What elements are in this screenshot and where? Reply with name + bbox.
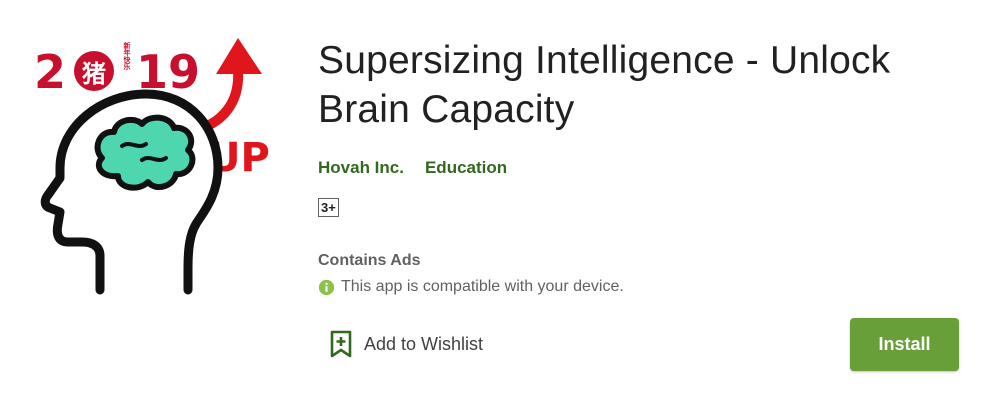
- bookmark-add-icon: [330, 330, 352, 358]
- add-to-wishlist-button[interactable]: Add to Wishlist: [330, 330, 483, 358]
- info-icon: [318, 279, 335, 295]
- wishlist-label: Add to Wishlist: [364, 333, 484, 354]
- compatibility-row: This app is compatible with your device.: [318, 278, 978, 296]
- icon-small-text: 新年快乐: [123, 41, 132, 71]
- compatibility-text: This app is compatible with your device.: [341, 278, 624, 295]
- app-info: Supersizing Intelligence - Unlock Brain …: [318, 36, 978, 296]
- content-rating-badge: 3+: [318, 198, 339, 217]
- icon-glyph: 猪: [82, 60, 106, 88]
- category-link[interactable]: Education: [425, 158, 507, 178]
- meta-row: Hovah Inc. Education: [318, 158, 978, 178]
- app-icon: 2 猪 新年快乐 19 UP: [34, 38, 270, 295]
- icon-year-2: 2: [34, 45, 66, 99]
- developer-link[interactable]: Hovah Inc.: [318, 158, 404, 178]
- install-button[interactable]: Install: [850, 318, 959, 371]
- contains-ads-label: Contains Ads: [318, 252, 421, 269]
- app-details-page: 2 猪 新年快乐 19 UP Supersizing Intelligence …: [0, 0, 1000, 400]
- app-title: Supersizing Intelligence - Unlock Brain …: [318, 39, 891, 131]
